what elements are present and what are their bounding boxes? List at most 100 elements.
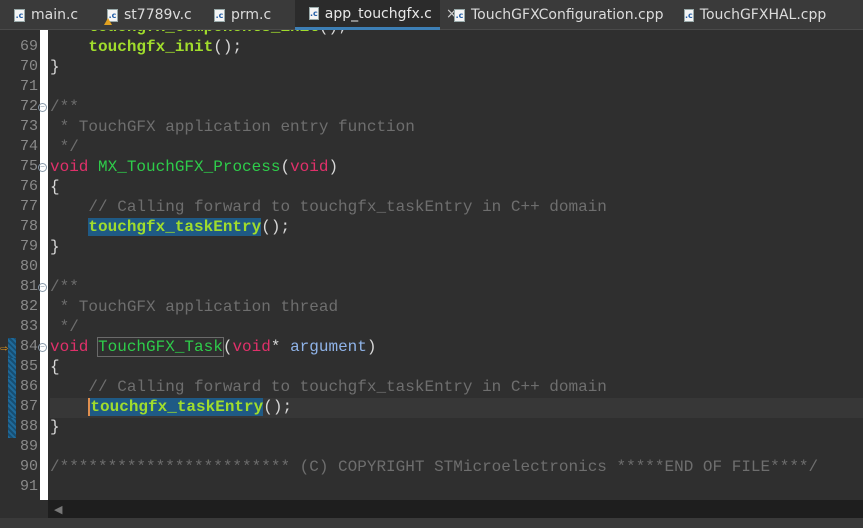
scroll-left-icon[interactable]: ◀ xyxy=(54,503,62,516)
code-line[interactable]: 90 /************************ (C) COPYRIGH… xyxy=(20,458,863,478)
line-number: 77 xyxy=(19,198,38,215)
code-token: touchgfx_taskEntry xyxy=(88,398,264,416)
code-token: * xyxy=(270,338,291,356)
code-token: void xyxy=(50,158,89,176)
code-line[interactable]: ⇨ 84− void TouchGFX_Task(void* argument) xyxy=(0,337,863,358)
line-number: 68 xyxy=(0,30,40,35)
line-number: 89 xyxy=(19,438,38,455)
line-number: 78 xyxy=(19,218,38,235)
line-number: 70 xyxy=(19,58,38,75)
code-line[interactable]: 91 xyxy=(20,478,863,498)
tab-label: TouchGFXConfiguration.cpp xyxy=(471,7,664,23)
code-token: } xyxy=(50,58,60,76)
code-token: ( xyxy=(280,158,291,176)
line-number: 90 xyxy=(19,458,38,475)
code-line[interactable]: 86 // Calling forward to touchgfx_taskEn… xyxy=(8,378,863,398)
c-file-icon: .c xyxy=(684,8,694,22)
line-number: 79 xyxy=(19,238,38,255)
code-area[interactable]: 68 touchgfx_components_init();69 touchgf… xyxy=(0,30,863,498)
tab-label: prm.c xyxy=(231,7,272,23)
fold-collapse-icon[interactable]: − xyxy=(38,163,47,172)
code-line[interactable]: 79} xyxy=(20,238,863,258)
code-line[interactable]: 89 xyxy=(20,438,863,458)
code-token: // Calling forward to touchgfx_taskEntry… xyxy=(88,198,607,216)
line-number: 85 xyxy=(19,358,38,375)
code-line[interactable]: 80 xyxy=(20,258,863,278)
line-number: 88 xyxy=(19,418,38,435)
code-line[interactable]: 88} xyxy=(8,418,863,438)
c-file-icon: .c xyxy=(214,8,225,22)
tab-app-touchgfx-c[interactable]: .c app_touchgfx.c × xyxy=(295,0,458,30)
code-token: { xyxy=(50,178,60,196)
status-strip xyxy=(0,518,863,528)
code-token: */ xyxy=(50,138,79,156)
horizontal-scrollbar[interactable]: ◀ xyxy=(48,500,863,518)
line-number: 81 xyxy=(19,278,38,295)
code-line[interactable]: 76 { xyxy=(20,178,863,198)
code-line[interactable]: 74 */ xyxy=(20,138,863,158)
code-token: { xyxy=(50,358,60,376)
code-token: touchgfx_taskEntry xyxy=(88,218,262,236)
code-editor[interactable]: 68 touchgfx_components_init();69 touchgf… xyxy=(0,30,863,500)
code-token: touchgfx_components_init xyxy=(88,30,318,36)
code-line[interactable]: 85 { xyxy=(8,358,863,378)
code-token: MX_TouchGFX_Process xyxy=(98,158,281,176)
code-line[interactable]: 71 xyxy=(20,78,863,98)
code-line[interactable]: 77 // Calling forward to touchgfx_taskEn… xyxy=(20,198,863,218)
tab-prm-c[interactable]: .c prm.c xyxy=(200,0,292,30)
c-file-icon: .c xyxy=(14,8,25,22)
code-token: (); xyxy=(263,398,293,416)
line-number: 91 xyxy=(19,478,38,495)
tab-touchgfxhal-cpp[interactable]: .c TouchGFXHAL.cpp xyxy=(670,0,826,30)
line-number: 73 xyxy=(19,118,38,135)
fold-collapse-icon[interactable]: − xyxy=(38,343,47,352)
fold-collapse-icon[interactable]: − xyxy=(38,283,47,292)
code-line[interactable]: 69 touchgfx_init(); xyxy=(20,38,863,58)
tab-label: main.c xyxy=(31,7,79,23)
code-line[interactable]: 75− void MX_TouchGFX_Process(void) xyxy=(20,158,863,178)
code-token: * TouchGFX application thread xyxy=(50,298,339,316)
code-line[interactable]: 83 */ xyxy=(20,318,863,338)
tab-st7789v-c[interactable]: .c st7789v.c xyxy=(93,0,198,30)
code-token: void xyxy=(50,338,89,356)
code-token: ) xyxy=(366,338,377,356)
code-token: } xyxy=(50,238,60,256)
code-line[interactable]: 87 touchgfx_taskEntry(); xyxy=(8,398,863,418)
line-number: 80 xyxy=(19,258,38,275)
code-token: } xyxy=(50,418,60,436)
code-line[interactable]: 78 touchgfx_taskEntry(); xyxy=(20,218,863,238)
code-line[interactable]: 81−/** xyxy=(20,278,863,298)
code-token: /** xyxy=(50,278,79,296)
line-number: 82 xyxy=(19,298,38,315)
code-token: /** xyxy=(50,98,79,116)
code-token: (); xyxy=(261,218,291,236)
code-token: argument xyxy=(290,338,367,356)
annotation-ruler xyxy=(40,30,48,500)
tab-label: st7789v.c xyxy=(124,7,192,23)
code-line[interactable]: 68 touchgfx_components_init(); xyxy=(20,30,863,38)
line-number: 69 xyxy=(19,38,38,55)
c-file-icon: .c xyxy=(309,7,319,20)
code-line[interactable]: 70} xyxy=(20,58,863,78)
code-line[interactable]: 73 * TouchGFX application entry function xyxy=(20,118,863,138)
tab-label: app_touchgfx.c xyxy=(324,5,432,22)
code-token: void xyxy=(290,158,329,176)
line-number: 75 xyxy=(19,158,38,175)
code-token: */ xyxy=(50,318,79,336)
tab-main-c[interactable]: .c main.c xyxy=(0,0,90,30)
line-number: 86 xyxy=(19,378,38,395)
code-line[interactable]: 82 * TouchGFX application thread xyxy=(20,298,863,318)
code-token: (); xyxy=(213,38,243,56)
fold-collapse-icon[interactable]: − xyxy=(38,103,47,112)
c-file-icon: .c xyxy=(454,8,465,22)
code-token: * TouchGFX application entry function xyxy=(50,118,415,136)
line-number: 76 xyxy=(19,178,38,195)
tab-touchgfxconfiguration-cpp[interactable]: .c TouchGFXConfiguration.cpp xyxy=(440,0,668,30)
code-line[interactable]: 72−/** xyxy=(20,98,863,118)
